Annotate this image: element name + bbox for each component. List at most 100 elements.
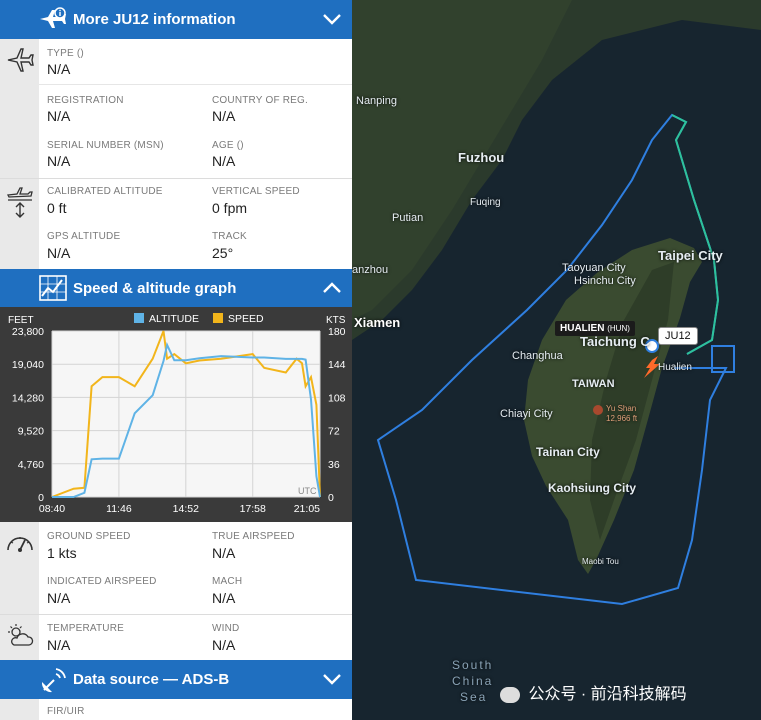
- calibrated-altitude-value: 0 ft: [47, 200, 67, 216]
- legend-altitude: ALTITUDE: [149, 313, 199, 325]
- map-label-taoyuan: Taoyuan City: [562, 262, 626, 274]
- serial-value: N/A: [47, 153, 71, 169]
- left-unit-label: FEET: [8, 315, 34, 326]
- airport-label[interactable]: HUALIEN (HUN): [555, 321, 635, 336]
- registration-value: N/A: [47, 108, 71, 124]
- track-label: TRACK: [212, 231, 247, 242]
- x-tick: 17:58: [240, 503, 266, 515]
- map-label-hsinchu: Hsinchu City: [574, 275, 636, 287]
- chevron-up-icon[interactable]: [322, 281, 342, 300]
- speed-section: GROUND SPEED 1 kts TRUE AIRSPEED N/A IND…: [0, 522, 352, 614]
- indicated-airspeed-value: N/A: [47, 590, 71, 606]
- map-label-hualien: Hualien: [658, 362, 692, 373]
- map-label-yushan: Yu Shan: [606, 404, 637, 413]
- legend-speed-swatch: [213, 313, 223, 323]
- map-label-putian: Putian: [392, 212, 424, 224]
- map-label-south: South: [452, 658, 494, 672]
- flight-info-panel: More JU12 information TYPE () N/A REGIST…: [0, 0, 352, 720]
- x-tick: 11:46: [106, 503, 132, 515]
- y-left-tick: 23,800: [12, 326, 44, 338]
- map-label-fuqing: Fuqing: [470, 197, 501, 208]
- legend-speed: SPEED: [228, 313, 264, 325]
- chevron-down-icon[interactable]: [322, 672, 342, 691]
- flight-map[interactable]: Xiamen Nanping Fuzhou Fuqing Putian anzh…: [352, 0, 761, 720]
- vertical-speed-label: VERTICAL SPEED: [212, 186, 300, 197]
- chevron-down-icon[interactable]: [322, 12, 342, 31]
- wind-value: N/A: [212, 637, 236, 653]
- more-info-header[interactable]: More JU12 information: [0, 0, 352, 39]
- map-label-chiayi: Chiayi City: [500, 408, 553, 420]
- datasource-title: Data source — ADS-B: [73, 671, 230, 688]
- speedometer-icon: [7, 537, 33, 552]
- wind-label: WIND: [212, 623, 240, 634]
- serial-label: SERIAL NUMBER (MSN): [47, 140, 164, 151]
- x-tick: 08:40: [39, 503, 65, 515]
- altitude-icon: [7, 187, 33, 218]
- aircraft-sidebar: [0, 39, 39, 178]
- y-right-tick: 72: [328, 426, 340, 438]
- true-airspeed-value: N/A: [212, 545, 236, 561]
- y-right-tick: 0: [328, 492, 334, 504]
- ground-speed-label: GROUND SPEED: [47, 531, 131, 542]
- speed-altitude-graph: FEET KTS ALTITUDE SPEED 23,800 19,040 14,2…: [0, 307, 352, 522]
- calibrated-altitude-label: CALIBRATED ALTITUDE: [47, 186, 163, 197]
- ground-speed-value: 1 kts: [47, 545, 77, 561]
- country-value: N/A: [212, 108, 236, 124]
- graph-icon: [38, 274, 68, 307]
- registration-label: REGISTRATION: [47, 95, 124, 106]
- track-value: 25°: [212, 245, 234, 261]
- temperature-value: N/A: [47, 637, 71, 653]
- weather-section: TEMPERATURE N/A WIND N/A: [0, 615, 352, 660]
- x-tick: 21:05: [294, 503, 320, 515]
- speed-sidebar: [0, 522, 39, 614]
- legend-altitude-swatch: [134, 313, 144, 323]
- airplane-info-icon: [38, 7, 68, 36]
- y-left-tick: 9,520: [18, 426, 44, 438]
- divider: [39, 84, 352, 85]
- chart-svg: FEET KTS ALTITUDE SPEED 23,800 19,040 14,2…: [8, 313, 346, 515]
- antenna-icon: [38, 666, 68, 699]
- graph-title: Speed & altitude graph: [73, 280, 237, 297]
- weather-icon: [8, 624, 34, 646]
- mach-label: MACH: [212, 576, 243, 587]
- indicated-airspeed-label: INDICATED AIRSPEED: [47, 576, 157, 587]
- map-label-nanping: Nanping: [356, 95, 397, 107]
- map-label-sea: Sea: [460, 690, 488, 704]
- age-label: AGE (): [212, 140, 244, 151]
- map-label-yushan-elev: 12,966 ft: [606, 414, 638, 423]
- true-airspeed-label: TRUE AIRSPEED: [212, 531, 295, 542]
- type-label: TYPE (): [47, 48, 84, 59]
- datasource-header[interactable]: Data source — ADS-B: [0, 660, 352, 699]
- mountain-marker-icon: [593, 405, 603, 415]
- altitude-sidebar: [0, 179, 39, 269]
- airport-name: HUALIEN: [560, 323, 605, 334]
- mach-value: N/A: [212, 590, 236, 606]
- graph-header[interactable]: Speed & altitude graph: [0, 269, 352, 308]
- right-unit-label: KTS: [326, 315, 346, 326]
- map-label-xiamen: Xiamen: [354, 315, 401, 330]
- vertical-speed-value: 0 fpm: [212, 200, 248, 216]
- y-right-tick: 36: [328, 459, 340, 471]
- map-label-taipei: Taipei City: [658, 248, 723, 263]
- y-left-tick: 19,040: [12, 359, 44, 371]
- country-label: COUNTRY OF REG.: [212, 95, 308, 106]
- y-left-tick: 14,280: [12, 392, 44, 404]
- watermark: 公众号 · 前沿科技解码: [500, 680, 687, 704]
- fir-label: FIR/UIR: [47, 706, 85, 717]
- timezone-label: UTC: [298, 486, 317, 496]
- y-left-tick: 4,760: [18, 459, 44, 471]
- map-label-fuzhou: Fuzhou: [458, 150, 505, 165]
- y-right-tick: 180: [328, 326, 346, 338]
- map-label-changhua: Changhua: [512, 350, 563, 362]
- map-label-zhangzhou: anzhou: [352, 264, 389, 276]
- altitude-section: CALIBRATED ALTITUDE 0 ft VERTICAL SPEED …: [0, 179, 352, 269]
- aircraft-section: TYPE () N/A REGISTRATION N/A COUNTRY OF …: [0, 39, 352, 178]
- map-label-maobitou: Maobi Tou: [582, 557, 619, 566]
- gps-altitude-value: N/A: [47, 245, 71, 261]
- watermark-text: 公众号 · 前沿科技解码: [528, 686, 687, 703]
- fir-sidebar: [0, 699, 39, 720]
- temperature-label: TEMPERATURE: [47, 623, 125, 634]
- flight-callsign-label[interactable]: JU12: [658, 327, 698, 345]
- more-info-title: More JU12 information: [73, 11, 236, 28]
- airport-code: (HUN): [607, 324, 630, 333]
